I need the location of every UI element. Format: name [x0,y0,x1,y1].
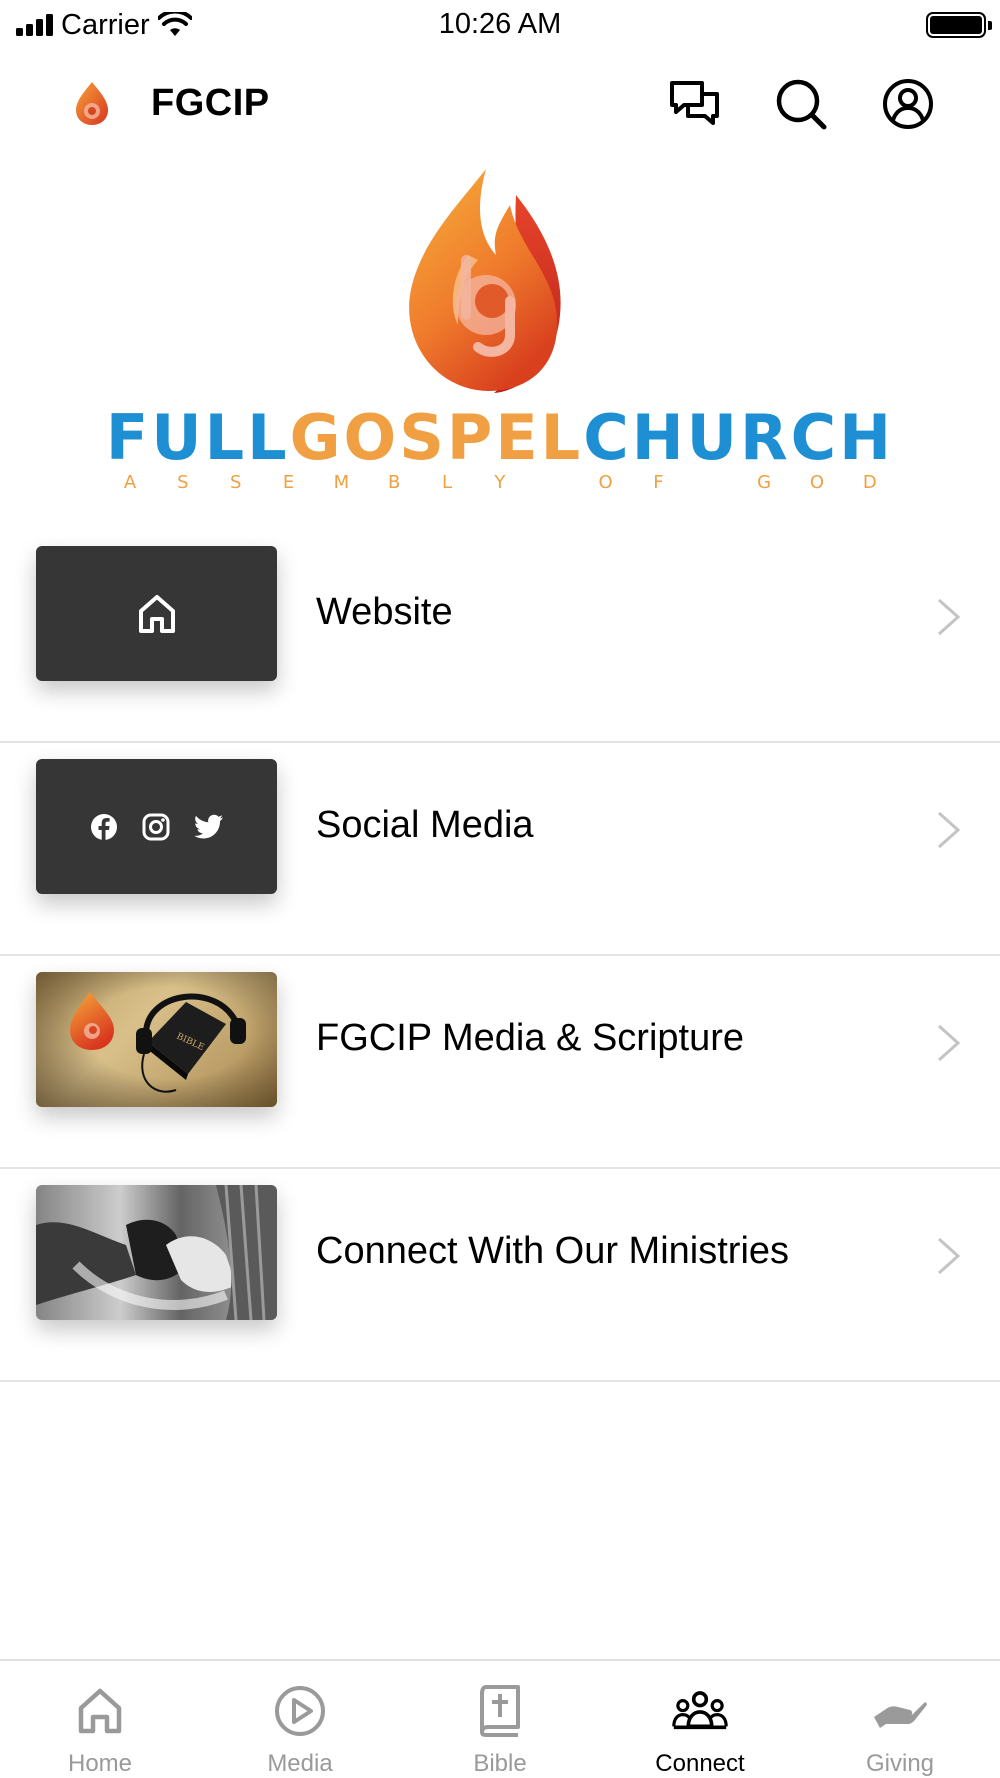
brand-subtitle-letter: F [653,472,664,493]
status-time: 10:26 AM [438,8,562,40]
list-item-label: Website [316,591,453,633]
home-icon [138,594,175,633]
brand-subtitle-letter: L [442,472,453,493]
account-icon [883,79,933,129]
chat-button[interactable] [666,75,724,133]
brand-subtitle-letter: Y [494,472,506,493]
flame-logo-icon [409,169,561,393]
tab-giving[interactable]: Giving [800,1661,1000,1778]
brand-subtitle-letter: O [598,472,613,493]
tab-connect[interactable]: Connect [600,1661,800,1778]
giving-hand-icon [872,1683,928,1739]
brand-subtitle-letter: O [809,472,825,493]
chevron-right-icon [937,811,961,849]
holding-hands-image [36,1185,277,1320]
tab-label: Media [267,1750,333,1777]
holding-hands-illustration [36,1185,277,1320]
brand-subtitle-letter [543,472,563,493]
tab-label: Giving [865,1750,935,1777]
bible-headphones-image: BIBLE [36,972,277,1107]
app-title: FGCIP [151,82,270,124]
bible-headphones-illustration: BIBLE [36,972,277,1107]
app-header: FGCIP [0,60,1000,148]
brand-gospel: GOSPEL [289,401,584,474]
list-item-label: Social Media [316,804,534,846]
account-button[interactable] [879,75,937,133]
church-logo-icon[interactable] [72,80,112,126]
status-bar: Carrier 10:26 AM [0,0,1000,52]
brand-subtitle-letter: D [862,472,877,493]
tab-label: Bible [473,1750,527,1777]
chat-icon [670,81,719,125]
brand-subtitle-letter: S [177,472,189,493]
tab-label: Connect [655,1750,745,1777]
church-brand-logo: FULLGOSPELCHURCH A S S E M B L Y O F G O D [0,165,1000,495]
tab-home[interactable]: Home [0,1661,200,1778]
brand-name: FULLGOSPELCHURCH [0,407,1000,469]
brand-church: CHURCH [583,401,895,474]
list-item-social-media[interactable]: Social Media [0,743,1000,956]
instagram-icon [142,813,169,840]
brand-full: FULL [105,401,290,474]
search-button[interactable] [772,75,830,133]
brand-subtitle: ASSEMBLYOFGOD [120,472,880,493]
group-icon [672,1683,728,1739]
brand-subtitle-letter: B [388,472,401,493]
bible-icon [472,1683,528,1739]
twitter-icon [193,814,223,838]
battery-icon [926,12,992,38]
brand-subtitle-letter: E [282,472,295,493]
list-item-website[interactable]: Website [0,530,1000,743]
home-icon [72,1683,128,1739]
brand-subtitle-letter: M [333,472,350,493]
tab-bar: Home Media Bible Connect Giving [0,1659,1000,1778]
chevron-right-icon [937,1237,961,1275]
search-icon [776,79,827,130]
list-item-label: FGCIP Media & Scripture [316,1017,745,1059]
website-thumbnail [36,546,277,681]
social-media-thumbnail [36,759,277,894]
tab-label: Home [67,1750,133,1777]
tab-bible[interactable]: Bible [400,1661,600,1778]
play-circle-icon [272,1683,328,1739]
facebook-icon [90,813,117,840]
brand-subtitle-letter: S [229,472,242,493]
list-item-label: Connect With Our Ministries [316,1230,790,1272]
brand-subtitle-letter [701,472,721,493]
brand-subtitle-letter: G [757,472,772,493]
list-item-ministries[interactable]: Connect With Our Ministries [0,1169,1000,1382]
brand-subtitle-letter: A [123,472,137,493]
chevron-right-icon [937,598,961,636]
connect-list: Website Social Media BIBLE FGCIP Media &… [0,530,1000,1382]
tab-media[interactable]: Media [200,1661,400,1778]
chevron-right-icon [937,1024,961,1062]
list-item-media-scripture[interactable]: BIBLE FGCIP Media & Scripture [0,956,1000,1169]
